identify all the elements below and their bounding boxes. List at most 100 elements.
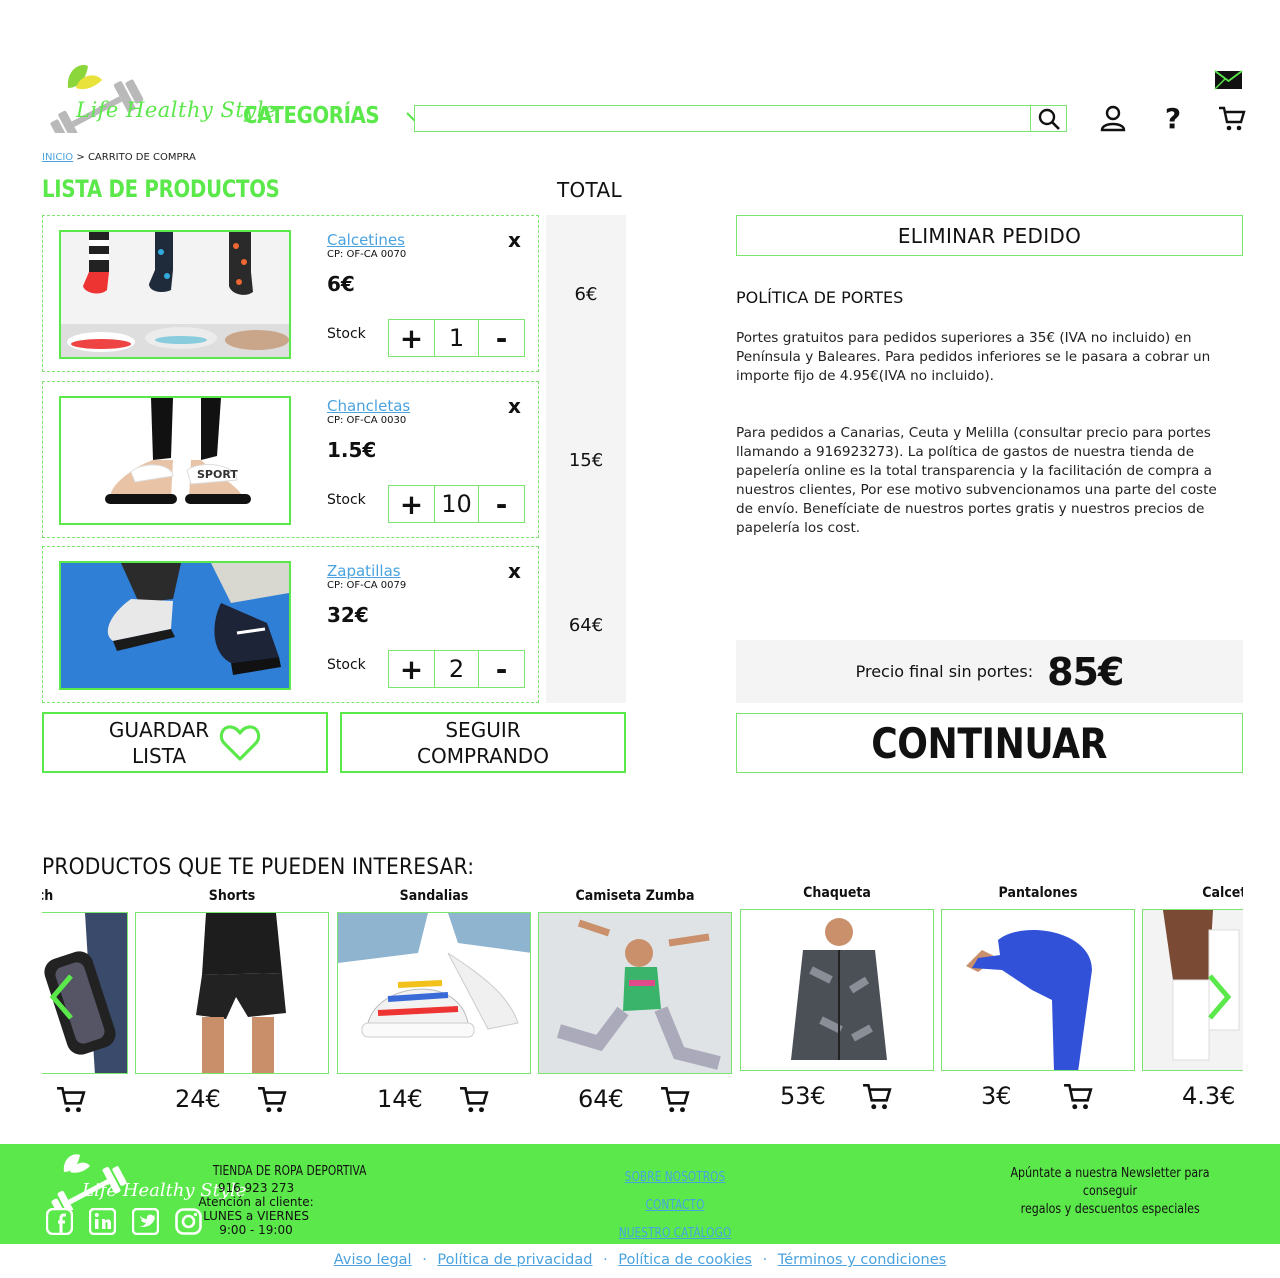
about-us-link[interactable]: SOBRE NOSOTROS <box>614 1164 737 1192</box>
terms-link[interactable]: Términos y condiciones <box>778 1252 946 1268</box>
legal-notice-link[interactable]: Aviso legal <box>334 1252 412 1268</box>
privacy-policy-link[interactable]: Política de privacidad <box>437 1252 592 1268</box>
total-column-title: TOTAL <box>557 178 622 202</box>
chevron-left-icon <box>49 974 73 1020</box>
product-card-name: Sandalias <box>399 888 469 904</box>
cookie-policy-link[interactable]: Política de cookies <box>618 1252 752 1268</box>
product-image-sneakers[interactable] <box>59 561 291 690</box>
facebook-icon[interactable] <box>45 1207 74 1236</box>
increase-quantity-button[interactable]: + <box>389 651 434 687</box>
product-image-flipflops[interactable]: SPORT <box>59 396 291 525</box>
decrease-quantity-button[interactable]: - <box>479 320 524 356</box>
add-to-cart-button[interactable] <box>660 1084 690 1115</box>
product-card-image[interactable] <box>740 909 934 1071</box>
product-name-link[interactable]: Calcetines <box>327 231 405 249</box>
delete-order-button[interactable]: ELIMINAR PEDIDO <box>736 215 1243 256</box>
store-phone: 916 923 273 <box>217 1181 295 1195</box>
contact-link[interactable]: CONTACTO <box>614 1192 737 1220</box>
cart-icon <box>460 1087 489 1113</box>
help-icon[interactable]: ? <box>1157 102 1189 135</box>
quantity-value[interactable]: 10 <box>434 486 479 522</box>
remove-item-button[interactable]: x <box>508 394 521 418</box>
shipping-policy-title: POLÍTICA DE PORTES <box>736 288 904 307</box>
add-to-cart-button[interactable] <box>56 1084 86 1115</box>
product-name-link[interactable]: Zapatillas <box>327 562 401 580</box>
heart-icon <box>220 724 261 761</box>
save-list-line1: GUARDAR <box>108 717 210 742</box>
categories-menu[interactable]: CATEGORÍAS <box>243 103 423 129</box>
increase-quantity-button[interactable]: + <box>389 320 434 356</box>
save-list-label: GUARDAR LISTA <box>109 717 209 769</box>
product-card-name: Shorts <box>208 888 256 904</box>
quantity-stepper: + 1 - <box>388 319 525 357</box>
product-card-image[interactable] <box>135 912 329 1074</box>
product-code: CP: OF-CA 0030 <box>327 415 407 426</box>
product-code: CP: OF-CA 0079 <box>327 580 407 591</box>
business-hours: 9:00 - 19:00 <box>219 1223 293 1237</box>
final-price-label: Precio final sin portes: <box>855 662 1034 681</box>
product-card-price: 53€ <box>780 1082 826 1110</box>
keep-shopping-button[interactable]: SEGUIR COMPRANDO <box>340 712 626 773</box>
remove-item-button[interactable]: x <box>508 559 521 583</box>
product-card-price: 3€ <box>981 1082 1012 1110</box>
product-price: 6€ <box>327 272 355 296</box>
breadcrumb: INICIO > CARRITO DE COMPRA <box>42 152 196 163</box>
stock-label: Stock <box>327 492 366 508</box>
quantity-stepper: + 2 - <box>388 650 525 688</box>
twitter-icon[interactable] <box>131 1207 160 1236</box>
breadcrumb-home-link[interactable]: INICIO <box>42 152 73 163</box>
legal-links: Aviso legal · Política de privacidad · P… <box>0 1252 1280 1268</box>
continue-button[interactable]: CONTINUAR <box>736 713 1243 773</box>
cart-icon <box>1219 106 1246 131</box>
legal-separator: · <box>422 1252 427 1268</box>
footer-logo[interactable]: Life Healthy Style <box>44 1150 246 1219</box>
product-card-name: Camiseta Zumba <box>575 888 695 904</box>
product-card-image[interactable] <box>941 909 1135 1071</box>
categories-label: CATEGORÍAS <box>243 103 380 129</box>
newsletter-submit-button[interactable] <box>1214 70 1243 90</box>
add-to-cart-button[interactable] <box>459 1084 489 1115</box>
carousel-prev-button[interactable] <box>47 972 77 1022</box>
brand-logo[interactable]: Life Healthy Style <box>40 58 276 138</box>
increase-quantity-button[interactable]: + <box>389 486 434 522</box>
product-card-image[interactable] <box>538 912 732 1074</box>
decrease-quantity-button[interactable]: - <box>479 651 524 687</box>
user-icon <box>1100 105 1126 132</box>
account-button[interactable] <box>1097 102 1129 134</box>
search-input[interactable] <box>415 106 1030 131</box>
add-to-cart-button[interactable] <box>257 1084 287 1115</box>
carousel-next-button[interactable] <box>1204 972 1234 1022</box>
newsletter-email-input[interactable] <box>976 70 1208 89</box>
cart-button[interactable] <box>1216 102 1248 134</box>
newsletter-line2: regalos y descuentos especiales <box>1020 1201 1200 1217</box>
footer: Life Healthy Style TIENDA DE ROPA DEPORT… <box>0 1144 1280 1244</box>
add-to-cart-button[interactable] <box>862 1081 892 1115</box>
product-card-image[interactable] <box>337 912 531 1074</box>
quantity-stepper: + 10 - <box>388 485 525 523</box>
search-button[interactable] <box>1030 106 1066 131</box>
svg-text:SPORT: SPORT <box>197 468 238 481</box>
remove-item-button[interactable]: x <box>508 228 521 252</box>
save-list-button[interactable]: GUARDAR LISTA <box>42 712 328 773</box>
quantity-value[interactable]: 1 <box>434 320 479 356</box>
search-bar <box>414 105 1067 132</box>
cart-item: Zapatillas CP: OF-CA 0079 32€ Stock x + … <box>42 546 539 703</box>
stock-label: Stock <box>327 657 366 673</box>
product-code: CP: OF-CA 0070 <box>327 249 407 260</box>
continue-label: CONTINUAR <box>871 718 1108 768</box>
cart-icon <box>258 1087 287 1113</box>
product-name-link[interactable]: Chancletas <box>327 397 410 415</box>
legal-separator: · <box>762 1252 768 1268</box>
save-list-line2: LISTA <box>131 743 187 768</box>
store-type: TIENDA DE ROPA DEPORTIVA <box>212 1164 367 1179</box>
cart-item: SPORT Chancletas CP: OF-CA 0030 1.5€ Sto… <box>42 381 539 538</box>
quantity-value[interactable]: 2 <box>434 651 479 687</box>
decrease-quantity-button[interactable]: - <box>479 486 524 522</box>
product-card-price: 24€ <box>175 1085 221 1113</box>
keep-shopping-line2: COMPRANDO <box>417 743 549 768</box>
product-image-socks[interactable] <box>59 230 291 359</box>
add-to-cart-button[interactable] <box>1063 1081 1093 1115</box>
catalog-link[interactable]: NUESTRO CATÁLOGO <box>614 1220 737 1248</box>
product-price: 1.5€ <box>327 438 377 462</box>
linkedin-icon[interactable] <box>88 1207 117 1236</box>
